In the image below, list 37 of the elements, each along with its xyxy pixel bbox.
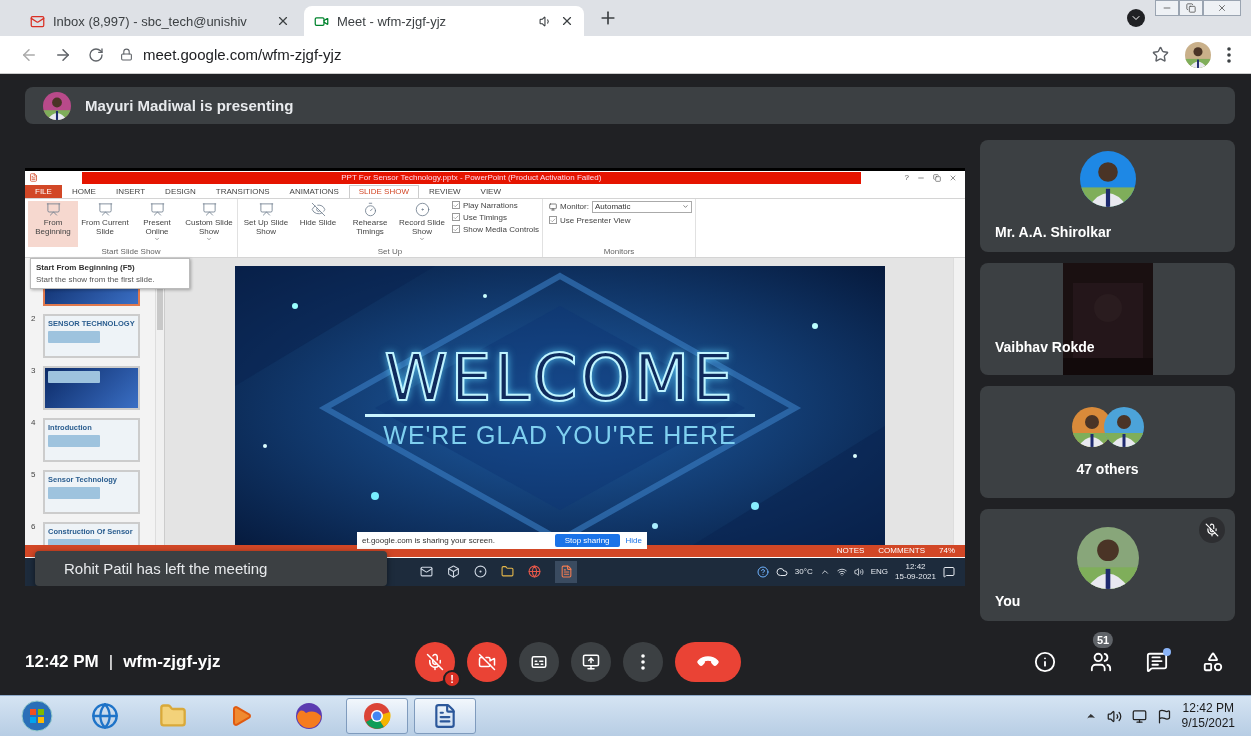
clock-time: 12:42 PM <box>1182 701 1234 716</box>
meeting-time: 12:42 PM <box>25 651 99 672</box>
taskbar-time: 12:42 <box>905 561 926 572</box>
checkbox-label: Play Narrations <box>463 200 518 210</box>
checkbox-label: Use Presenter View <box>560 215 631 225</box>
meeting-code: wfm-zjgf-yjz <box>123 651 221 672</box>
checkbox-label: Use Timings <box>463 212 507 222</box>
language-indicator: ENG <box>870 567 889 576</box>
taskbar-date: 15-09-2021 <box>895 571 936 582</box>
group-label: Monitors <box>602 246 636 257</box>
sharing-text: et.google.com is sharing your screen. <box>362 535 496 545</box>
checkbox-label: Show Media Controls <box>463 224 540 234</box>
participant-count: 51 <box>1092 631 1114 648</box>
notification-toast: Rohit Patil has left the meeting <box>35 550 387 586</box>
slide-number: 6 <box>31 521 37 533</box>
tooltip-title: Start From Beginning (F5) <box>36 262 136 272</box>
presenting-banner-text: Mayuri Madiwal is presenting <box>85 97 294 114</box>
slide-number: 4 <box>31 417 37 429</box>
zoom-level: 74% <box>939 546 955 555</box>
participant-name: Vaibhav Rokde <box>995 339 1095 355</box>
slide-heading: WELCOME <box>384 345 736 410</box>
window-title: PPT For Sensor Technology.pptx - PowerPoint (Product Activation Failed) <box>82 171 861 184</box>
slide-number: 2 <box>31 313 37 325</box>
participant-name: 47 others <box>1076 461 1139 477</box>
slide-number: 5 <box>31 469 37 481</box>
slide-number: 3 <box>31 365 37 377</box>
monitor-label: Monitor: <box>560 202 589 211</box>
group-label: Start Slide Show <box>100 246 162 257</box>
participant-name: You <box>995 593 1021 609</box>
alert-badge: ! <box>443 669 461 688</box>
slide-subheading: WE'RE GLAD YOU'RE HERE <box>383 420 737 450</box>
group-label: Set Up <box>376 246 404 257</box>
participant-name: Mr. A.A. Shirolkar <box>995 224 1112 240</box>
weather-text: 30°C <box>794 567 813 576</box>
clock-date: 9/15/2021 <box>1181 716 1235 731</box>
separator: | <box>108 651 114 672</box>
tooltip-text: Start the show from the first slide. <box>36 274 156 284</box>
